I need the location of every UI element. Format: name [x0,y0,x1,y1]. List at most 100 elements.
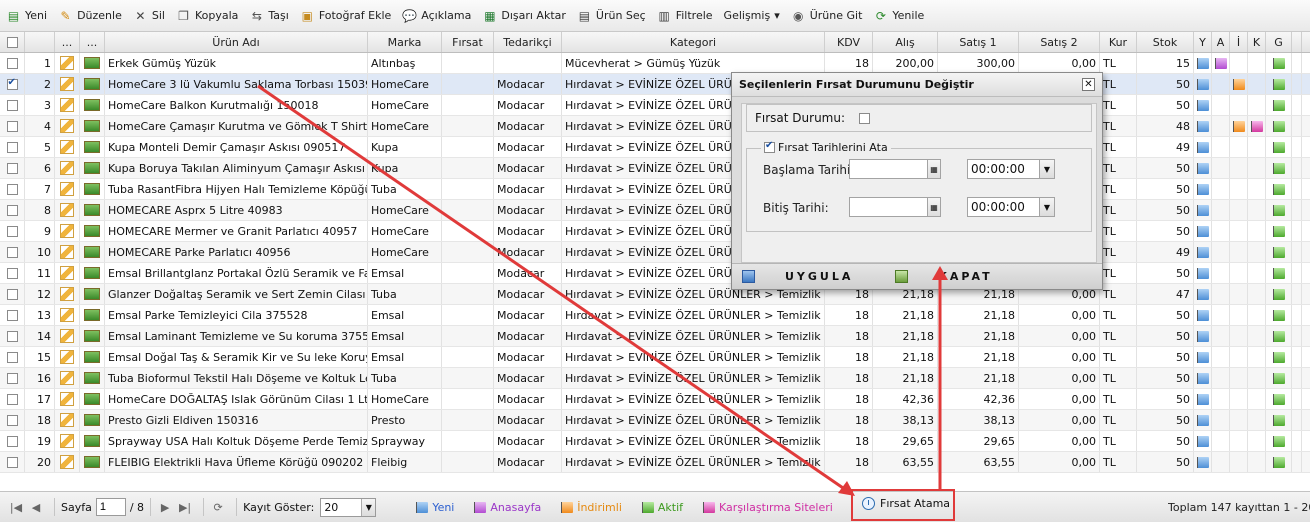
flag-k-cell[interactable] [1248,137,1266,157]
toolbar-new-button[interactable]: ▤ Yeni [6,8,47,23]
toolbar-filter-button[interactable]: ▥ Filtrele [657,8,713,23]
flag-a-cell[interactable] [1212,347,1230,367]
flag-y-cell[interactable] [1194,431,1212,451]
header-y[interactable]: Y [1194,32,1212,52]
photo-icon[interactable] [80,347,105,367]
header-stok[interactable]: Stok [1137,32,1194,52]
flag-i-cell[interactable] [1230,263,1248,283]
edit-icon[interactable] [55,200,80,220]
flag-g-cell[interactable] [1266,158,1292,178]
row-checkbox[interactable] [0,284,25,304]
flag-y-cell[interactable] [1194,452,1212,472]
baslama-date-input[interactable] [849,159,929,179]
header-name[interactable]: Ürün Adı [105,32,368,52]
flag-i-cell[interactable] [1230,95,1248,115]
prev-page-icon[interactable]: ◀ [28,499,44,515]
toolbar-select-button[interactable]: ▤ Ürün Seç [577,8,646,23]
flag-k-cell[interactable] [1248,53,1266,73]
edit-icon[interactable] [55,179,80,199]
row-checkbox[interactable] [0,200,25,220]
photo-icon[interactable] [80,410,105,430]
flag-i-cell[interactable] [1230,137,1248,157]
flag-y-cell[interactable] [1194,53,1212,73]
flag-g-cell[interactable] [1266,95,1292,115]
table-row[interactable]: 6 Kupa Boruya Takılan Aliminyum Çamaşır A… [0,158,1310,179]
flag-a-cell[interactable] [1212,431,1230,451]
firsat-tarih-checkbox[interactable] [764,140,775,153]
toolbar-photo-add-button[interactable]: ▣ Fotoğraf Ekle [300,8,392,23]
row-checkbox[interactable] [0,53,25,73]
table-row[interactable]: 4 HomeCare Çamaşır Kurutma ve Gömlek T Sh… [0,116,1310,137]
flag-i-cell[interactable] [1230,410,1248,430]
flag-a-cell[interactable] [1212,368,1230,388]
flag-k-cell[interactable] [1248,305,1266,325]
flag-g-cell[interactable] [1266,305,1292,325]
photo-icon[interactable] [80,242,105,262]
baslama-time-select[interactable]: 00:00:00 ▼ [967,159,1055,179]
flag-k-cell[interactable] [1248,410,1266,430]
flag-g-cell[interactable] [1266,116,1292,136]
flag-a-cell[interactable] [1212,389,1230,409]
photo-icon[interactable] [80,221,105,241]
row-checkbox[interactable] [0,221,25,241]
legend-flag-green[interactable]: Aktif [641,501,683,514]
photo-icon[interactable] [80,431,105,451]
photo-icon[interactable] [80,263,105,283]
flag-k-cell[interactable] [1248,368,1266,388]
flag-i-cell[interactable] [1230,221,1248,241]
flag-k-cell[interactable] [1248,116,1266,136]
flag-y-cell[interactable] [1194,347,1212,367]
toolbar-refresh-button[interactable]: ⟳ Yenile [873,8,924,23]
flag-k-cell[interactable] [1248,221,1266,241]
row-checkbox[interactable] [0,389,25,409]
header-kur[interactable]: Kur [1100,32,1137,52]
flag-y-cell[interactable] [1194,74,1212,94]
firsat-atama-button[interactable]: Fırsat Atama [862,497,950,510]
edit-icon[interactable] [55,263,80,283]
flag-y-cell[interactable] [1194,326,1212,346]
legend-flag-orange[interactable]: İndirimli [561,501,622,514]
flag-g-cell[interactable] [1266,389,1292,409]
header-firsat[interactable]: Fırsat [442,32,494,52]
table-row[interactable]: 14 Emsal Laminant Temizleme ve Su koruma … [0,326,1310,347]
flag-k-cell[interactable] [1248,326,1266,346]
table-row[interactable]: 16 Tuba Bioformul Tekstil Halı Döşeme ve … [0,368,1310,389]
edit-icon[interactable] [55,137,80,157]
flag-y-cell[interactable] [1194,116,1212,136]
bitis-date-input[interactable] [849,197,929,217]
flag-k-cell[interactable] [1248,263,1266,283]
header-kdv[interactable]: KDV [825,32,873,52]
flag-g-cell[interactable] [1266,242,1292,262]
bitis-time-select[interactable]: 00:00:00 ▼ [967,197,1055,217]
edit-icon[interactable] [55,368,80,388]
flag-a-cell[interactable] [1212,410,1230,430]
row-checkbox[interactable] [0,242,25,262]
flag-k-cell[interactable] [1248,431,1266,451]
edit-icon[interactable] [55,242,80,262]
edit-icon[interactable] [55,410,80,430]
flag-y-cell[interactable] [1194,389,1212,409]
flag-y-cell[interactable] [1194,263,1212,283]
flag-i-cell[interactable] [1230,53,1248,73]
table-row[interactable]: 12 Glanzer Doğaltaş Seramik ve Sert Zemin… [0,284,1310,305]
row-checkbox[interactable] [0,431,25,451]
flag-y-cell[interactable] [1194,242,1212,262]
flag-a-cell[interactable] [1212,116,1230,136]
toolbar-edit-button[interactable]: ✎ Düzenle [58,8,122,23]
flag-a-cell[interactable] [1212,305,1230,325]
flag-i-cell[interactable] [1230,158,1248,178]
table-row[interactable]: 8 HOMECARE Asprx 5 Litre 40983 HomeCare Mod… [0,200,1310,221]
legend-flag-blue[interactable]: Yeni [416,501,454,514]
header-g[interactable]: G [1266,32,1292,52]
flag-y-cell[interactable] [1194,368,1212,388]
page-input[interactable] [95,498,126,516]
table-row[interactable]: 1 Erkek Gümüş Yüzük Altınbaş Mücevherat > G… [0,53,1310,74]
row-checkbox[interactable] [0,95,25,115]
last-page-icon[interactable]: ▶| [177,499,193,515]
flag-i-cell[interactable] [1230,389,1248,409]
flag-a-cell[interactable] [1212,263,1230,283]
flag-g-cell[interactable] [1266,74,1292,94]
header-a[interactable]: A [1212,32,1230,52]
table-row[interactable]: 3 HomeCare Balkon Kurutmalığı 150018 HomeC… [0,95,1310,116]
row-checkbox[interactable] [0,452,25,472]
